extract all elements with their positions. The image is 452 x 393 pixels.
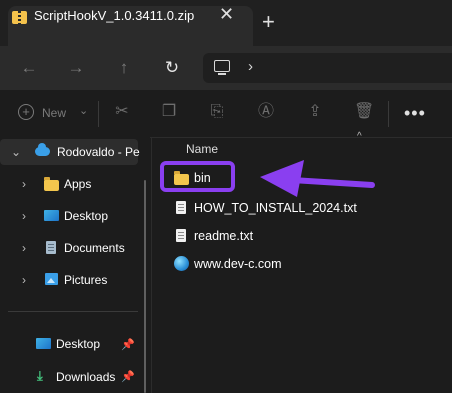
arrow-head (260, 160, 304, 197)
arrow-shaft (289, 177, 375, 188)
annotation-arrow (260, 160, 375, 197)
